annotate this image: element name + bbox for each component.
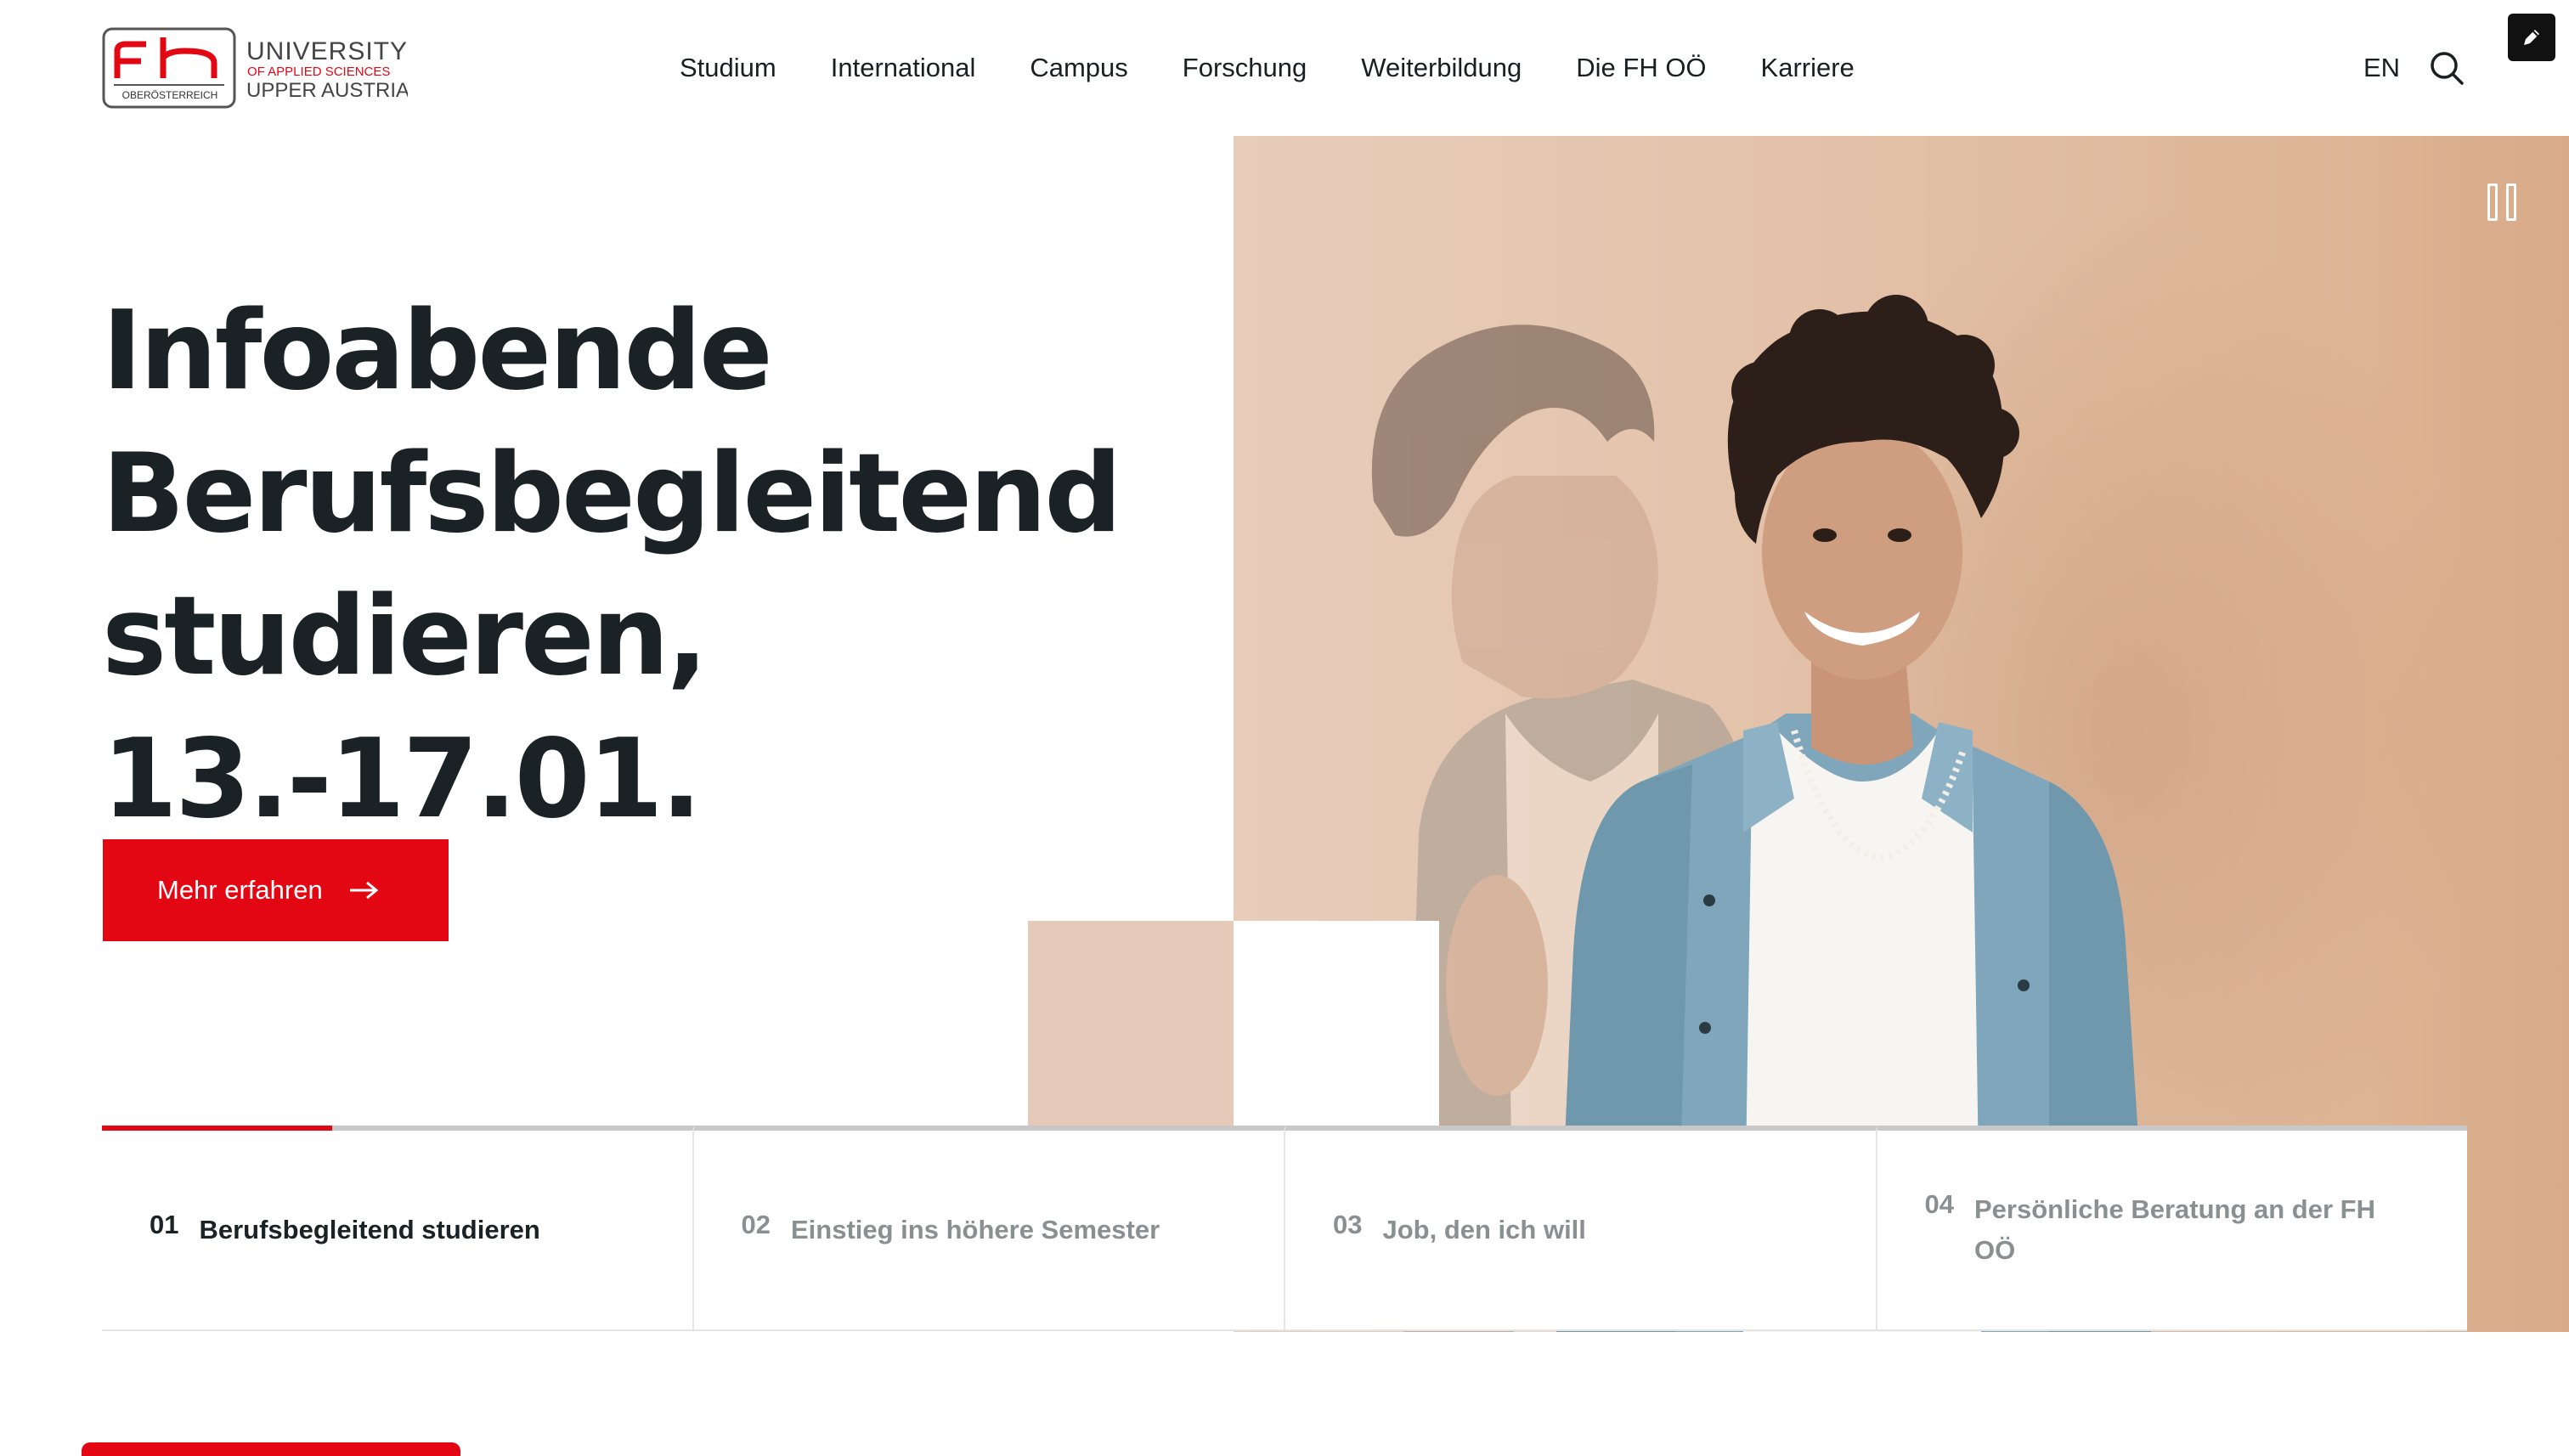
tab-persoenliche-beratung[interactable]: 04 Persönliche Beratung an der FH OÖ xyxy=(1877,1126,2467,1329)
svg-text:UPPER AUSTRIA: UPPER AUSTRIA xyxy=(246,79,408,102)
svg-text:OF APPLIED SCIENCES: OF APPLIED SCIENCES xyxy=(247,65,390,79)
tab-einstieg-hoeheres-semester[interactable]: 02 Einstieg ins höhere Semester xyxy=(693,1126,1285,1329)
search-button[interactable] xyxy=(2426,48,2467,88)
headline-line-3: studieren, 13.-17.01. xyxy=(102,573,709,843)
nav-item-weiterbildung[interactable]: Weiterbildung xyxy=(1361,48,1522,88)
mehr-erfahren-button[interactable]: Mehr erfahren xyxy=(103,839,449,941)
cta-label: Mehr erfahren xyxy=(157,875,323,905)
nav-item-die-fh-ooe[interactable]: Die FH OÖ xyxy=(1576,48,1706,88)
tab-number: 01 xyxy=(150,1210,179,1239)
search-icon xyxy=(2431,52,2464,85)
tab-job-den-ich-will[interactable]: 03 Job, den ich will xyxy=(1285,1126,1877,1329)
headline-line-1: Infoabende xyxy=(102,288,773,415)
edit-button[interactable] xyxy=(2508,14,2555,61)
nav-item-forschung[interactable]: Forschung xyxy=(1183,48,1307,88)
svg-text:UNIVERSITY: UNIVERSITY xyxy=(246,37,408,65)
next-section-accent xyxy=(82,1442,460,1456)
tab-number: 02 xyxy=(741,1210,771,1239)
nav-item-studium[interactable]: Studium xyxy=(680,48,776,88)
main-nav: Studium International Campus Forschung W… xyxy=(680,48,1855,88)
pause-icon xyxy=(2487,183,2498,221)
tab-label: Job, den ich will xyxy=(1382,1215,1586,1244)
tab-label: Berufsbegleitend studieren xyxy=(199,1215,540,1244)
hero-headline: Infoabende Berufsbegleitend studieren, 1… xyxy=(102,280,1240,851)
tab-number: 04 xyxy=(1924,1189,1954,1219)
headline-line-2: Berufsbegleitend xyxy=(102,431,1122,557)
tab-number: 03 xyxy=(1333,1210,1363,1239)
pause-button[interactable] xyxy=(2487,183,2521,221)
nav-item-international[interactable]: International xyxy=(831,48,976,88)
pencil-icon xyxy=(2524,30,2539,45)
svg-text:OBERÖSTERREICH: OBERÖSTERREICH xyxy=(122,89,218,101)
language-switch[interactable]: EN xyxy=(2363,48,2400,88)
decorative-block-tan xyxy=(1028,921,1234,1127)
hero-slider-tabs: 01 Berufsbegleitend studieren 02 Einstie… xyxy=(102,1126,2467,1331)
arrow-right-icon xyxy=(349,881,379,900)
tab-label: Persönliche Beratung an der FH OÖ xyxy=(1973,1194,2375,1265)
fh-logo[interactable]: OBERÖSTERREICH UNIVERSITY OF APPLIED SCI… xyxy=(102,25,408,110)
tab-label: Einstieg ins höhere Semester xyxy=(790,1215,1160,1244)
tab-progress-bar xyxy=(102,1126,332,1131)
nav-item-campus[interactable]: Campus xyxy=(1030,48,1127,88)
nav-item-karriere[interactable]: Karriere xyxy=(1761,48,1855,88)
decorative-block-white xyxy=(1234,921,1439,1127)
tab-berufsbegleitend-studieren[interactable]: 01 Berufsbegleitend studieren xyxy=(102,1126,694,1329)
pause-icon-bar xyxy=(2506,183,2516,221)
site-header: OBERÖSTERREICH UNIVERSITY OF APPLIED SCI… xyxy=(0,0,2569,136)
